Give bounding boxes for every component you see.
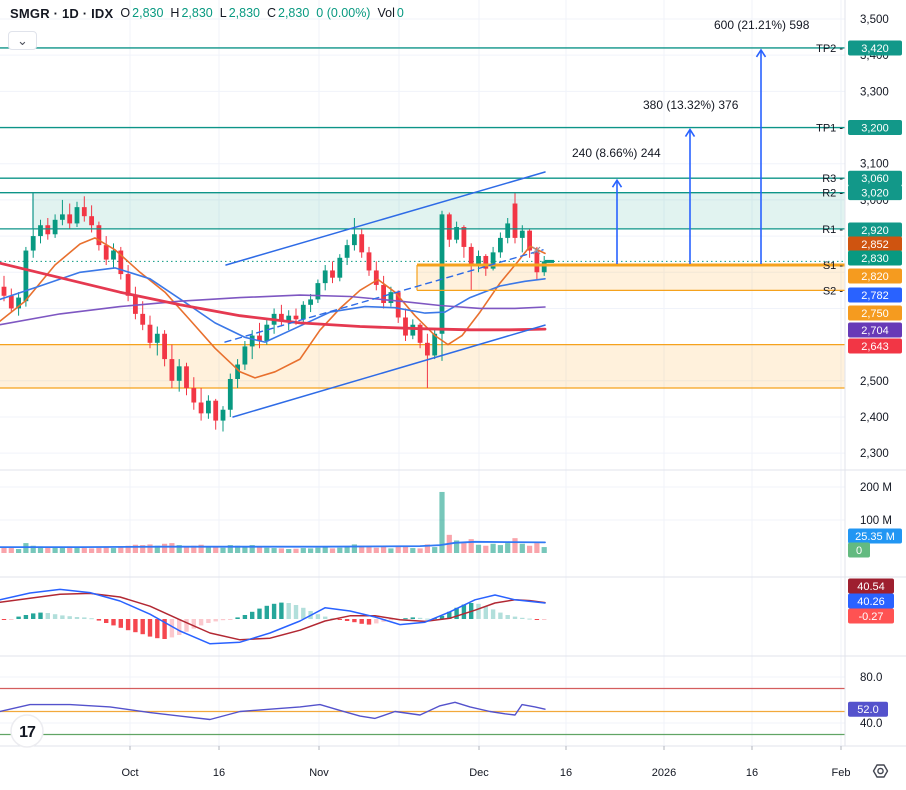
macd-series[interactable] (0, 588, 547, 645)
chart-window: 3,500 3,400 3,300 3,100 3,000 2,500 2,400 2,300… (0, 0, 906, 790)
volume-value: Vol 0 (377, 6, 404, 20)
chevron-down-icon: ⌄ (17, 33, 28, 48)
svg-text:52.0: 52.0 (857, 704, 878, 716)
level-labels: TP2 - TP1 - R3 - R2 - R1 - S1 - S2 - (816, 43, 843, 297)
svg-text:2,830: 2,830 (861, 253, 889, 265)
svg-text:25.35 M: 25.35 M (855, 531, 895, 543)
svg-text:0: 0 (856, 545, 862, 557)
change-value: 0 (0.00%) (316, 6, 371, 20)
svg-text:3,100: 3,100 (860, 159, 889, 171)
svg-text:2,820: 2,820 (861, 271, 889, 283)
svg-text:40.0: 40.0 (860, 718, 882, 730)
svg-text:R1 -: R1 - (822, 224, 843, 236)
svg-text:2,400: 2,400 (860, 412, 889, 424)
svg-text:Dec: Dec (469, 767, 489, 779)
svg-text:S1 -: S1 - (823, 260, 844, 272)
svg-text:3,060: 3,060 (861, 173, 889, 185)
svg-text:S2 -: S2 - (823, 285, 844, 297)
svg-text:3,420: 3,420 (861, 43, 889, 55)
svg-text:Nov: Nov (309, 767, 329, 779)
svg-text:40.54: 40.54 (857, 581, 885, 593)
svg-text:2,704: 2,704 (861, 325, 889, 337)
svg-text:100 M: 100 M (860, 515, 892, 527)
svg-text:16: 16 (213, 767, 225, 779)
price-axis[interactable]: 3,5003,4003,3003,1003,0002,5002,4002,300… (0, 0, 906, 790)
ohlc-close: C 2,830 (266, 6, 310, 20)
last-price-tick (545, 259, 554, 263)
svg-text:2026: 2026 (652, 767, 676, 779)
svg-text:R3 -: R3 - (822, 173, 843, 185)
svg-text:TP1 -: TP1 - (816, 123, 843, 135)
svg-text:R2 -: R2 - (822, 188, 843, 200)
svg-text:80.0: 80.0 (860, 672, 882, 684)
svg-text:40.26: 40.26 (857, 596, 885, 608)
symbol-title[interactable]: SMGR · 1D · IDX (10, 6, 113, 21)
target-label-240[interactable]: 240 (8.66%) 244 (572, 146, 661, 160)
svg-text:2,643: 2,643 (861, 341, 889, 353)
svg-text:TP2 -: TP2 - (816, 43, 843, 55)
ohlc-low: L 2,830 (219, 6, 260, 20)
target-label-600[interactable]: 600 (21.21%) 598 (714, 18, 809, 32)
svg-text:16: 16 (560, 767, 572, 779)
svg-text:3,020: 3,020 (861, 188, 889, 200)
svg-text:3,500: 3,500 (860, 14, 889, 26)
svg-text:2,500: 2,500 (860, 376, 889, 388)
svg-text:3,200: 3,200 (861, 123, 889, 135)
ohlc-open: O 2,830 (120, 6, 164, 20)
rsi-series[interactable] (0, 687, 845, 736)
tradingview-logo[interactable]: 17 (10, 714, 44, 748)
svg-text:2,300: 2,300 (860, 448, 889, 460)
svg-text:2,852: 2,852 (861, 239, 889, 251)
price-chart[interactable]: 3,5003,4003,3003,1003,0002,5002,4002,300… (0, 0, 906, 790)
symbol-legend[interactable]: SMGR · 1D · IDX O 2,830 H 2,830 L 2,830 C 2,… (10, 4, 404, 22)
svg-text:16: 16 (746, 767, 758, 779)
legend-collapse-button[interactable]: ⌄ (8, 31, 37, 50)
svg-text:2,782: 2,782 (861, 290, 889, 302)
svg-text:Feb: Feb (832, 767, 851, 779)
tradingview-logo-glyph: 17 (19, 724, 36, 741)
svg-text:200 M: 200 M (860, 482, 892, 494)
svg-text:3,300: 3,300 (860, 86, 889, 98)
svg-text:-0.27: -0.27 (858, 611, 883, 623)
key-levels[interactable] (0, 47, 845, 292)
target-label-380[interactable]: 380 (13.32%) 376 (643, 98, 738, 112)
svg-text:2,750: 2,750 (861, 308, 889, 320)
volume-series[interactable] (1, 491, 547, 553)
svg-text:Oct: Oct (121, 767, 138, 779)
ohlc-high: H 2,830 (170, 6, 213, 20)
svg-text:2,920: 2,920 (861, 225, 889, 237)
